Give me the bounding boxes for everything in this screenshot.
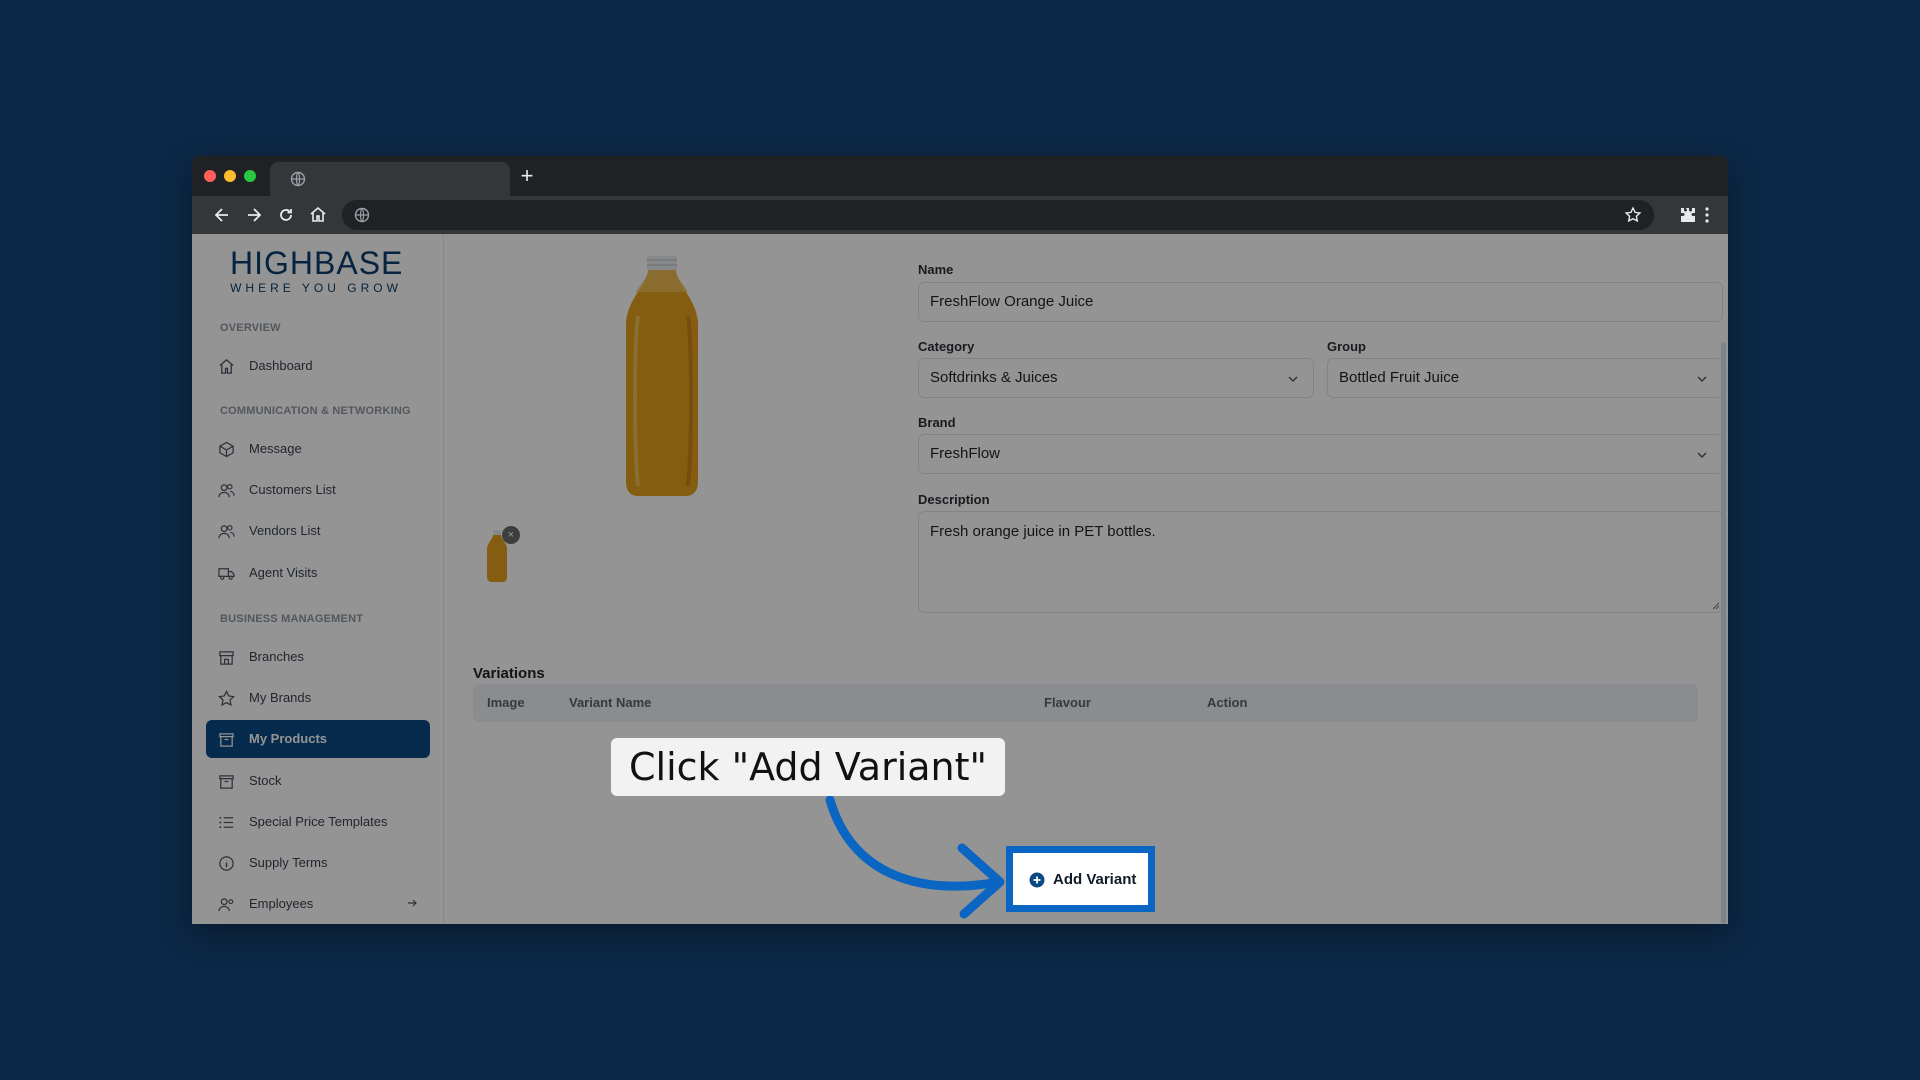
info-icon: [219, 856, 234, 871]
minimize-window-button[interactable]: [224, 170, 236, 182]
description-label: Description: [918, 492, 990, 507]
forward-icon[interactable]: [244, 205, 264, 225]
section-communication: COMMUNICATION & NETWORKING: [220, 405, 411, 417]
new-tab-button[interactable]: +: [516, 165, 538, 187]
sidebar-item-vendors-list[interactable]: Vendors List: [206, 512, 430, 550]
plus-circle-icon: [1029, 872, 1045, 888]
sidebar-item-my-products[interactable]: My Products: [206, 720, 430, 758]
highbase-logo[interactable]: HIGHBASE WHERE YOU GROW: [230, 246, 402, 296]
tutorial-callout: Click "Add Variant": [611, 738, 1005, 796]
bookmark-star-icon[interactable]: [1624, 206, 1642, 224]
sidebar-item-label: Agent Visits: [249, 565, 318, 580]
sidebar-item-label: Message: [249, 441, 302, 456]
column-image: Image: [487, 695, 525, 710]
sidebar-item-stock[interactable]: Stock: [206, 762, 430, 800]
name-input[interactable]: FreshFlow Orange Juice: [918, 282, 1723, 322]
sidebar-item-employees[interactable]: Employees: [206, 885, 430, 923]
globe-icon: [290, 171, 306, 187]
column-flavour: Flavour: [1044, 695, 1091, 710]
column-variant-name: Variant Name: [569, 695, 652, 710]
sidebar-item-label: My Brands: [249, 690, 312, 705]
chevron-down-icon: [1697, 376, 1707, 382]
archive-icon: [219, 733, 234, 747]
description-textarea[interactable]: Fresh orange juice in PET bottles.: [918, 511, 1723, 613]
sidebar-item-label: Stock: [249, 773, 282, 788]
list-icon: [219, 816, 234, 829]
name-label: Name: [918, 262, 954, 277]
sidebar-item-special-price-templates[interactable]: Special Price Templates: [206, 803, 430, 841]
remove-image-button[interactable]: ×: [502, 526, 520, 544]
variations-table-header: Image Variant Name Flavour Action: [473, 684, 1698, 722]
extensions-icon[interactable]: [1678, 205, 1698, 225]
sidebar-item-dashboard[interactable]: Dashboard: [206, 347, 430, 385]
product-edit-panel: × Name FreshFlow Orange Juice Category S…: [444, 234, 1728, 924]
brand-value: FreshFlow: [930, 445, 1001, 462]
group-label: Group: [1327, 339, 1366, 354]
close-window-button[interactable]: [204, 170, 216, 182]
users-icon: [218, 483, 235, 498]
truck-icon: [218, 568, 235, 580]
users-icon: [218, 524, 235, 539]
description-value: Fresh orange juice in PET bottles.: [930, 523, 1156, 540]
home-icon: [219, 359, 234, 374]
globe-icon: [354, 207, 370, 223]
address-bar[interactable]: [342, 200, 1654, 230]
cube-icon: [219, 441, 234, 458]
add-variant-label: Add Variant: [1053, 871, 1137, 888]
category-label: Category: [918, 339, 975, 354]
sidebar-item-supply-terms[interactable]: Supply Terms: [206, 844, 430, 882]
star-icon: [218, 690, 235, 707]
brand-label: Brand: [918, 415, 956, 430]
category-value: Softdrinks & Juices: [930, 369, 1058, 386]
column-action: Action: [1207, 695, 1248, 710]
sidebar-item-agent-visits[interactable]: Agent Visits: [206, 554, 430, 592]
resize-handle-icon[interactable]: [1712, 602, 1720, 610]
sidebar-item-label: Vendors List: [249, 523, 321, 538]
sidebar-item-label: My Products: [249, 731, 328, 746]
sidebar-item-label: Customers List: [249, 482, 336, 497]
chevron-down-icon: [1288, 376, 1298, 382]
sidebar-item-label: Branches: [249, 649, 304, 664]
archive-icon: [219, 775, 234, 789]
maximize-window-button[interactable]: [244, 170, 256, 182]
sidebar-item-label: Dashboard: [249, 358, 313, 373]
sidebar-item-message[interactable]: Message: [206, 430, 430, 468]
sidebar-item-customers-list[interactable]: Customers List: [206, 471, 430, 509]
scrollbar[interactable]: [1721, 342, 1726, 924]
browser-tab[interactable]: [270, 162, 510, 196]
sidebar-item-label: Special Price Templates: [249, 814, 388, 829]
group-select[interactable]: Bottled Fruit Juice: [1327, 358, 1723, 398]
logo-tagline: WHERE YOU GROW: [230, 281, 402, 295]
category-select[interactable]: Softdrinks & Juices: [918, 358, 1314, 398]
chevron-down-icon: [1697, 452, 1707, 458]
variations-title: Variations: [473, 665, 545, 682]
product-image[interactable]: [614, 256, 710, 498]
tab-bar: +: [192, 156, 1728, 196]
back-icon[interactable]: [212, 205, 232, 225]
group-value: Bottled Fruit Juice: [1339, 369, 1460, 386]
home-icon[interactable]: [308, 205, 328, 225]
logo-name: HIGHBASE: [230, 245, 404, 281]
add-variant-highlight: Add Variant: [1006, 846, 1155, 912]
add-variant-button[interactable]: Add Variant: [1017, 857, 1144, 901]
section-overview: OVERVIEW: [220, 322, 281, 334]
callout-arrow-icon: [825, 796, 1005, 919]
sidebar-item-my-brands[interactable]: My Brands: [206, 679, 430, 717]
arrow-right-icon: [408, 899, 417, 907]
section-business-management: BUSINESS MANAGEMENT: [220, 613, 364, 625]
sidebar-item-label: Supply Terms: [249, 855, 328, 870]
menu-kebab-icon[interactable]: [1697, 205, 1717, 225]
brand-select[interactable]: FreshFlow: [918, 434, 1723, 474]
users-gear-icon: [218, 898, 234, 912]
reload-icon[interactable]: [276, 205, 296, 225]
sidebar: HIGHBASE WHERE YOU GROW OVERVIEW Dashboa…: [192, 234, 444, 924]
sidebar-item-branches[interactable]: Branches: [206, 638, 430, 676]
store-icon: [219, 651, 234, 665]
browser-toolbar: [192, 196, 1728, 234]
sidebar-item-label: Employees: [249, 896, 314, 911]
